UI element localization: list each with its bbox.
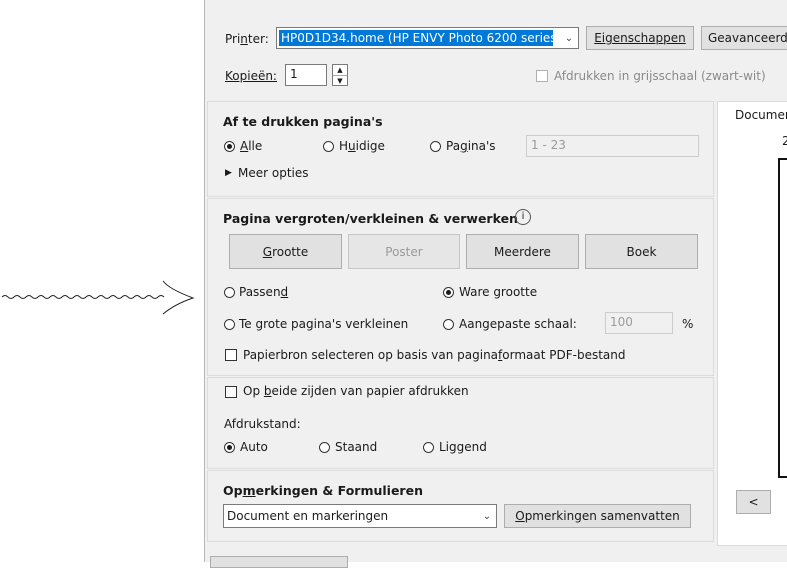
properties-button-label: Eigenschappen [594, 31, 686, 45]
poster-button-label: Poster [385, 244, 423, 259]
orientation-label: Afdrukstand: [224, 417, 301, 431]
orientation-portrait-radio[interactable] [319, 442, 330, 453]
percent-label: % [682, 317, 694, 331]
multiple-button-label: Meerdere [494, 244, 551, 259]
poster-button[interactable]: Poster [348, 234, 460, 269]
bottom-partial-button[interactable] [210, 556, 348, 568]
orientation-auto-label: Auto [240, 440, 268, 454]
printer-select-value: HP0D1D34.home (HP ENVY Photo 6200 series [279, 30, 553, 46]
copies-input[interactable]: 1 [285, 64, 327, 86]
advanced-button[interactable]: Geavanceerd [701, 26, 787, 50]
duplex-section: Op beide zijden van papier afdrukken Afd… [207, 377, 714, 469]
orientation-auto-radio[interactable] [224, 442, 235, 453]
duplex-label: Op beide zijden van papier afdrukken [243, 384, 469, 398]
duplex-checkbox[interactable] [225, 386, 237, 398]
size-button-label: Grootte [262, 244, 309, 259]
orientation-portrait-label: Staand [335, 440, 378, 454]
summarize-comments-label: Opmerkingen samenvatten [515, 509, 680, 523]
preview-page-number: 2( [782, 134, 787, 148]
wavy-arrow-annotation [1, 280, 195, 315]
print-dialog: Printer: HP0D1D34.home (HP ENVY Photo 62… [204, 0, 787, 568]
info-icon[interactable]: i [515, 209, 531, 225]
spinner-down-icon[interactable]: ▼ [333, 76, 347, 86]
pages-section: Af te drukken pagina's Alle Huidige Pagi… [207, 101, 714, 197]
grayscale-checkbox[interactable] [536, 70, 548, 82]
multiple-button[interactable]: Meerdere [466, 234, 579, 269]
paper-source-label: Papierbron selecteren op basis van pagin… [243, 348, 626, 362]
size-button[interactable]: Grootte [229, 234, 342, 269]
comments-section-title: Opmerkingen & Formulieren [223, 483, 423, 498]
shrink-label: Te grote pagina's verkleinen [239, 317, 409, 331]
chevron-down-icon: ⌄ [564, 32, 574, 44]
preview-page [778, 158, 787, 478]
prev-page-label: < [748, 495, 759, 509]
preview-label: Documer [735, 108, 787, 122]
pages-range-radio[interactable] [430, 141, 441, 152]
comments-select[interactable]: Document en markeringen ⌄ [223, 504, 497, 528]
orientation-landscape-radio[interactable] [423, 442, 434, 453]
pages-current-label: Huidige [339, 139, 385, 153]
comments-select-value: Document en markeringen [227, 509, 389, 523]
pages-range-value: 1 - 23 [531, 138, 566, 152]
orientation-landscape-label: Liggend [439, 440, 487, 454]
scaling-section: Pagina vergroten/verkleinen & verwerken … [207, 198, 714, 376]
pages-all-radio[interactable] [224, 141, 235, 152]
pages-section-title: Af te drukken pagina's [223, 114, 383, 129]
copies-spinner[interactable]: ▲ ▼ [332, 64, 348, 86]
custom-scale-input[interactable]: 100 [605, 312, 673, 334]
custom-scale-radio[interactable] [443, 319, 454, 330]
spinner-up-icon[interactable]: ▲ [333, 65, 347, 76]
printer-label: Printer: [225, 32, 269, 46]
more-options-link[interactable]: Meer opties [238, 166, 309, 180]
copies-value: 1 [290, 67, 298, 81]
pages-current-radio[interactable] [323, 141, 334, 152]
fit-label: Passend [239, 285, 289, 299]
scaling-section-title: Pagina vergroten/verkleinen & verwerken [223, 211, 518, 226]
chevron-down-icon: ⌄ [482, 510, 492, 522]
preview-pane: Documer 2( < [717, 101, 787, 546]
shrink-radio[interactable] [224, 319, 235, 330]
actual-size-radio[interactable] [443, 287, 454, 298]
pages-range-label: Pagina's [446, 139, 496, 153]
advanced-button-label: Geavanceerd [708, 31, 787, 45]
custom-scale-label: Aangepaste schaal: [459, 317, 577, 331]
pages-range-input[interactable]: 1 - 23 [526, 135, 699, 157]
booklet-button-label: Boek [626, 244, 657, 259]
pages-all-label: Alle [240, 139, 263, 153]
grayscale-label: Afdrukken in grijsschaal (zwart-wit) [554, 69, 766, 83]
booklet-button[interactable]: Boek [585, 234, 698, 269]
comments-section: Opmerkingen & Formulieren Document en ma… [207, 470, 714, 542]
summarize-comments-button[interactable]: Opmerkingen samenvatten [504, 504, 691, 528]
printer-select[interactable]: HP0D1D34.home (HP ENVY Photo 6200 series… [276, 27, 579, 49]
prev-page-button[interactable]: < [736, 490, 771, 514]
properties-button[interactable]: Eigenschappen [586, 26, 694, 50]
fit-radio[interactable] [224, 287, 235, 298]
paper-source-checkbox[interactable] [225, 349, 237, 361]
actual-size-label: Ware grootte [459, 285, 538, 299]
copies-label: Kopieën: [225, 69, 277, 83]
expand-triangle-icon[interactable]: ▶ [225, 168, 232, 178]
custom-scale-value: 100 [610, 315, 633, 329]
